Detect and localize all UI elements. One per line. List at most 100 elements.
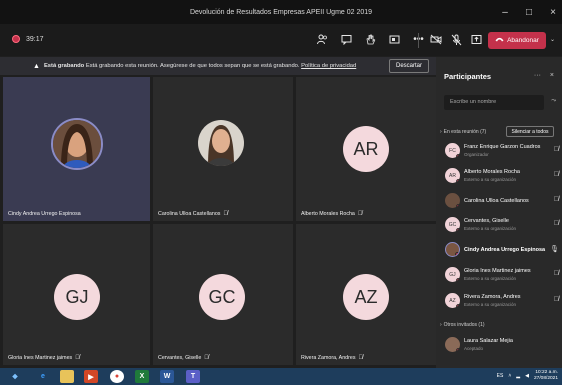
mic-off-icon: 🎙̸: [223, 211, 228, 217]
start-button-icon[interactable]: ❖: [8, 370, 22, 383]
participant-name: Franz Enrique Garzon Cuadros: [464, 144, 541, 150]
mic-off-icon: 🎙̸: [553, 220, 559, 227]
avatar: [445, 337, 460, 352]
meeting-timer: 39:17: [26, 35, 44, 43]
more-options-icon[interactable]: ···: [534, 72, 541, 79]
participant-row[interactable]: AR Alberto Morales Rocha Externo a su or…: [443, 166, 559, 188]
leave-button[interactable]: Abandonar: [488, 32, 546, 49]
avatar: AR: [445, 168, 460, 183]
mic-off-icon: 🎙̸: [75, 355, 80, 361]
participant-row[interactable]: GJ Gloria Ines Martinez jaimes Externo a…: [443, 265, 559, 287]
panel-header-actions: ··· ×: [534, 72, 554, 79]
minimize-button[interactable]: –: [500, 7, 510, 18]
mic-off-icon: 🎙̸: [357, 211, 363, 217]
avatar: FC: [445, 143, 460, 158]
excel-icon[interactable]: X: [135, 370, 149, 383]
recording-message-text: Está grabando esta reunión. Asegúrese de…: [85, 63, 300, 69]
video-tile[interactable]: GJ Gloria Ines Martinez jaimes 🎙̸: [3, 224, 150, 365]
title-bar: Devolución de Resultados Empresas APEII …: [0, 0, 562, 24]
close-button[interactable]: ×: [548, 7, 558, 18]
taskbar: ❖ e ▶ ● X W T ES ˄ ▂ ◀ 10:22 a.m. 27/08/…: [0, 368, 562, 385]
participant-row[interactable]: Cindy Andrea Urrego Espinosa 🎙: [443, 240, 559, 262]
system-tray: ES ˄ ▂ ◀ 10:22 a.m. 27/08/2021: [497, 370, 558, 382]
maximize-button[interactable]: □: [524, 7, 534, 18]
initials-avatar: GJ: [54, 274, 100, 320]
video-tile[interactable]: GC Cervantes, Giselle 🎙̸: [153, 224, 293, 365]
avatar: GJ: [445, 267, 460, 282]
participant-row[interactable]: GC Cervantes, Giselle Externo a su organ…: [443, 215, 559, 237]
participant-role: Externo a su organización: [464, 302, 517, 307]
avatar: GC: [445, 217, 460, 232]
mic-off-icon: 🎙̸: [204, 355, 209, 361]
video-tile[interactable]: Carolina Ulloa Castellanos 🎙̸: [153, 77, 293, 221]
mic-off-icon: 🎙̸: [553, 196, 559, 203]
warning-icon: ▲: [33, 62, 40, 70]
video-tile[interactable]: Cindy Andrea Urrego Espinosa: [3, 77, 150, 221]
dismiss-button[interactable]: Descartar: [389, 59, 429, 73]
chevron-up-icon[interactable]: ˄: [508, 373, 511, 379]
participant-role: Externo a su organización: [464, 276, 517, 281]
camera-off-icon[interactable]: [429, 32, 442, 47]
mic-on-icon: 🎙: [550, 246, 559, 253]
chrome-icon[interactable]: ●: [110, 370, 124, 383]
tile-name: Carolina Ulloa Castellanos 🎙̸: [158, 211, 228, 217]
media-player-icon[interactable]: ▶: [84, 370, 98, 383]
initials-avatar: AR: [343, 126, 389, 172]
chevron-down-icon: ›: [440, 129, 442, 135]
mic-off-icon: 🎙̸: [358, 355, 363, 361]
video-tile[interactable]: AR Alberto Morales Rocha 🎙̸: [296, 77, 436, 221]
participant-name: Alberto Morales Rocha: [464, 169, 520, 175]
participants-icon[interactable]: [316, 32, 329, 47]
tile-name: Rivera Zamora, Andres 🎙̸: [301, 355, 363, 361]
leave-button-label: Abandonar: [507, 37, 539, 44]
privacy-policy-link[interactable]: Política de privacidad: [301, 63, 356, 69]
toolbar-divider: [418, 33, 419, 48]
phone-hangup-icon: [495, 37, 504, 44]
other-invitees-section[interactable]: › Otros invitados (1): [440, 322, 485, 328]
raise-hand-icon[interactable]: [364, 32, 377, 47]
participant-row[interactable]: Carolina Ulloa Castellanos 🎙̸: [443, 191, 559, 213]
participant-role: Externo a su organización: [464, 177, 517, 182]
tile-name: Cervantes, Giselle 🎙̸: [158, 355, 209, 361]
participant-search-input[interactable]: Escribe un nombre: [444, 95, 544, 110]
participant-row[interactable]: AZ Rivera Zamora, Andres Externo a su or…: [443, 291, 559, 313]
mic-off-icon[interactable]: [450, 32, 463, 47]
recording-dot-icon: [12, 35, 20, 43]
share-tray-icon[interactable]: [388, 32, 401, 47]
recording-message-bold: Está grabando: [43, 63, 85, 69]
share-invite-icon[interactable]: ⤳: [551, 98, 556, 105]
chat-icon[interactable]: [340, 32, 353, 47]
mute-all-button[interactable]: Silenciar a todos: [506, 126, 554, 137]
participants-panel: Participantes ··· × Escribe un nombre ⤳ …: [436, 57, 562, 368]
word-icon[interactable]: W: [160, 370, 174, 383]
language-indicator[interactable]: ES: [497, 373, 504, 379]
video-tile[interactable]: AZ Rivera Zamora, Andres 🎙̸: [296, 224, 436, 365]
internet-explorer-icon[interactable]: e: [36, 370, 50, 383]
mic-off-icon: 🎙̸: [553, 171, 559, 178]
avatar: [445, 193, 460, 208]
participant-photo: [51, 118, 103, 170]
mic-off-icon: 🎙̸: [553, 270, 559, 277]
clock[interactable]: 10:22 a.m. 27/08/2021: [534, 370, 558, 382]
participant-name: Cindy Andrea Urrego Espinosa: [464, 247, 546, 253]
avatar: AZ: [445, 293, 460, 308]
meeting-toolbar: 39:17 •••: [0, 24, 562, 56]
file-explorer-icon[interactable]: [60, 370, 74, 383]
participant-name: Cervantes, Giselle: [464, 218, 509, 224]
window-title: Devolución de Resultados Empresas APEII …: [189, 8, 373, 16]
participant-row[interactable]: Laura Salazar Mejia Aceptado: [443, 335, 559, 357]
participant-photo: [198, 120, 244, 166]
participant-row[interactable]: FC Franz Enrique Garzon Cuadros Organiza…: [443, 141, 559, 163]
mic-off-icon: 🎙̸: [553, 296, 559, 303]
close-panel-icon[interactable]: ×: [550, 72, 554, 79]
in-meeting-section[interactable]: › En esta reunión (7): [440, 129, 486, 135]
tile-name: Alberto Morales Rocha 🎙̸: [301, 211, 363, 217]
network-icon[interactable]: ▂: [516, 373, 520, 379]
participant-name: Laura Salazar Mejia: [464, 338, 513, 344]
share-screen-icon[interactable]: [470, 32, 483, 47]
volume-icon[interactable]: ◀: [525, 373, 529, 379]
recording-indicator: 39:17: [12, 35, 44, 43]
teams-icon[interactable]: T: [186, 370, 200, 383]
leave-options-chevron-icon[interactable]: ⌄: [550, 36, 555, 43]
chevron-down-icon: ›: [440, 322, 442, 328]
